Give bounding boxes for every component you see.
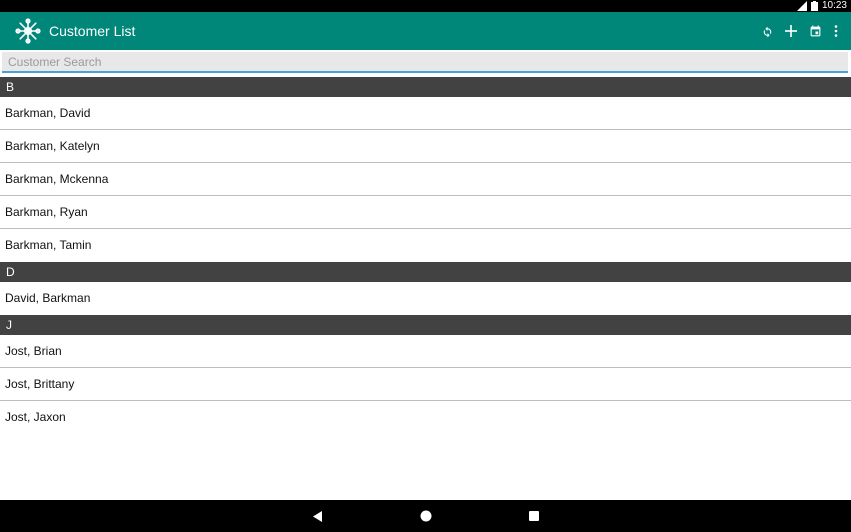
add-icon xyxy=(785,25,797,37)
recents-button[interactable] xyxy=(519,500,549,532)
customer-search-input[interactable] xyxy=(2,52,848,73)
app-logo-icon xyxy=(15,18,41,44)
calendar-button[interactable] xyxy=(803,12,827,50)
list-item[interactable]: Barkman, David xyxy=(0,97,851,130)
list-item[interactable]: Barkman, Tamin xyxy=(0,229,851,262)
list-item[interactable]: Jost, Jaxon xyxy=(0,401,851,434)
list-item[interactable]: Barkman, Mckenna xyxy=(0,163,851,196)
section-header-b: B xyxy=(0,77,851,97)
back-button[interactable] xyxy=(303,500,333,532)
home-icon xyxy=(420,510,432,522)
list-item[interactable]: David, Barkman xyxy=(0,282,851,315)
app-bar-actions xyxy=(755,12,845,50)
list-item[interactable]: Barkman, Ryan xyxy=(0,196,851,229)
app-bar: Customer List xyxy=(0,12,851,50)
status-bar: 10:23 xyxy=(0,0,851,12)
overflow-menu-button[interactable] xyxy=(827,12,845,50)
navigation-bar xyxy=(0,500,851,532)
more-vert-icon xyxy=(834,25,838,37)
section-header-d: D xyxy=(0,262,851,282)
status-icons: 10:23 xyxy=(796,0,847,12)
back-icon xyxy=(313,510,322,522)
battery-icon xyxy=(810,1,818,11)
list-item[interactable]: Jost, Brittany xyxy=(0,368,851,401)
add-button[interactable] xyxy=(779,12,803,50)
calendar-icon xyxy=(810,25,820,36)
recents-icon xyxy=(529,511,539,521)
list-item[interactable]: Jost, Brian xyxy=(0,335,851,368)
refresh-button[interactable] xyxy=(755,12,779,50)
signal-icon xyxy=(796,1,807,11)
home-button[interactable] xyxy=(411,500,441,532)
list-item[interactable]: Barkman, Katelyn xyxy=(0,130,851,163)
status-time: 10:23 xyxy=(821,0,847,11)
refresh-icon xyxy=(763,26,771,37)
section-header-j: J xyxy=(0,315,851,335)
customer-list: B Barkman, David Barkman, Katelyn Barkma… xyxy=(0,77,851,434)
page-title: Customer List xyxy=(49,23,136,39)
